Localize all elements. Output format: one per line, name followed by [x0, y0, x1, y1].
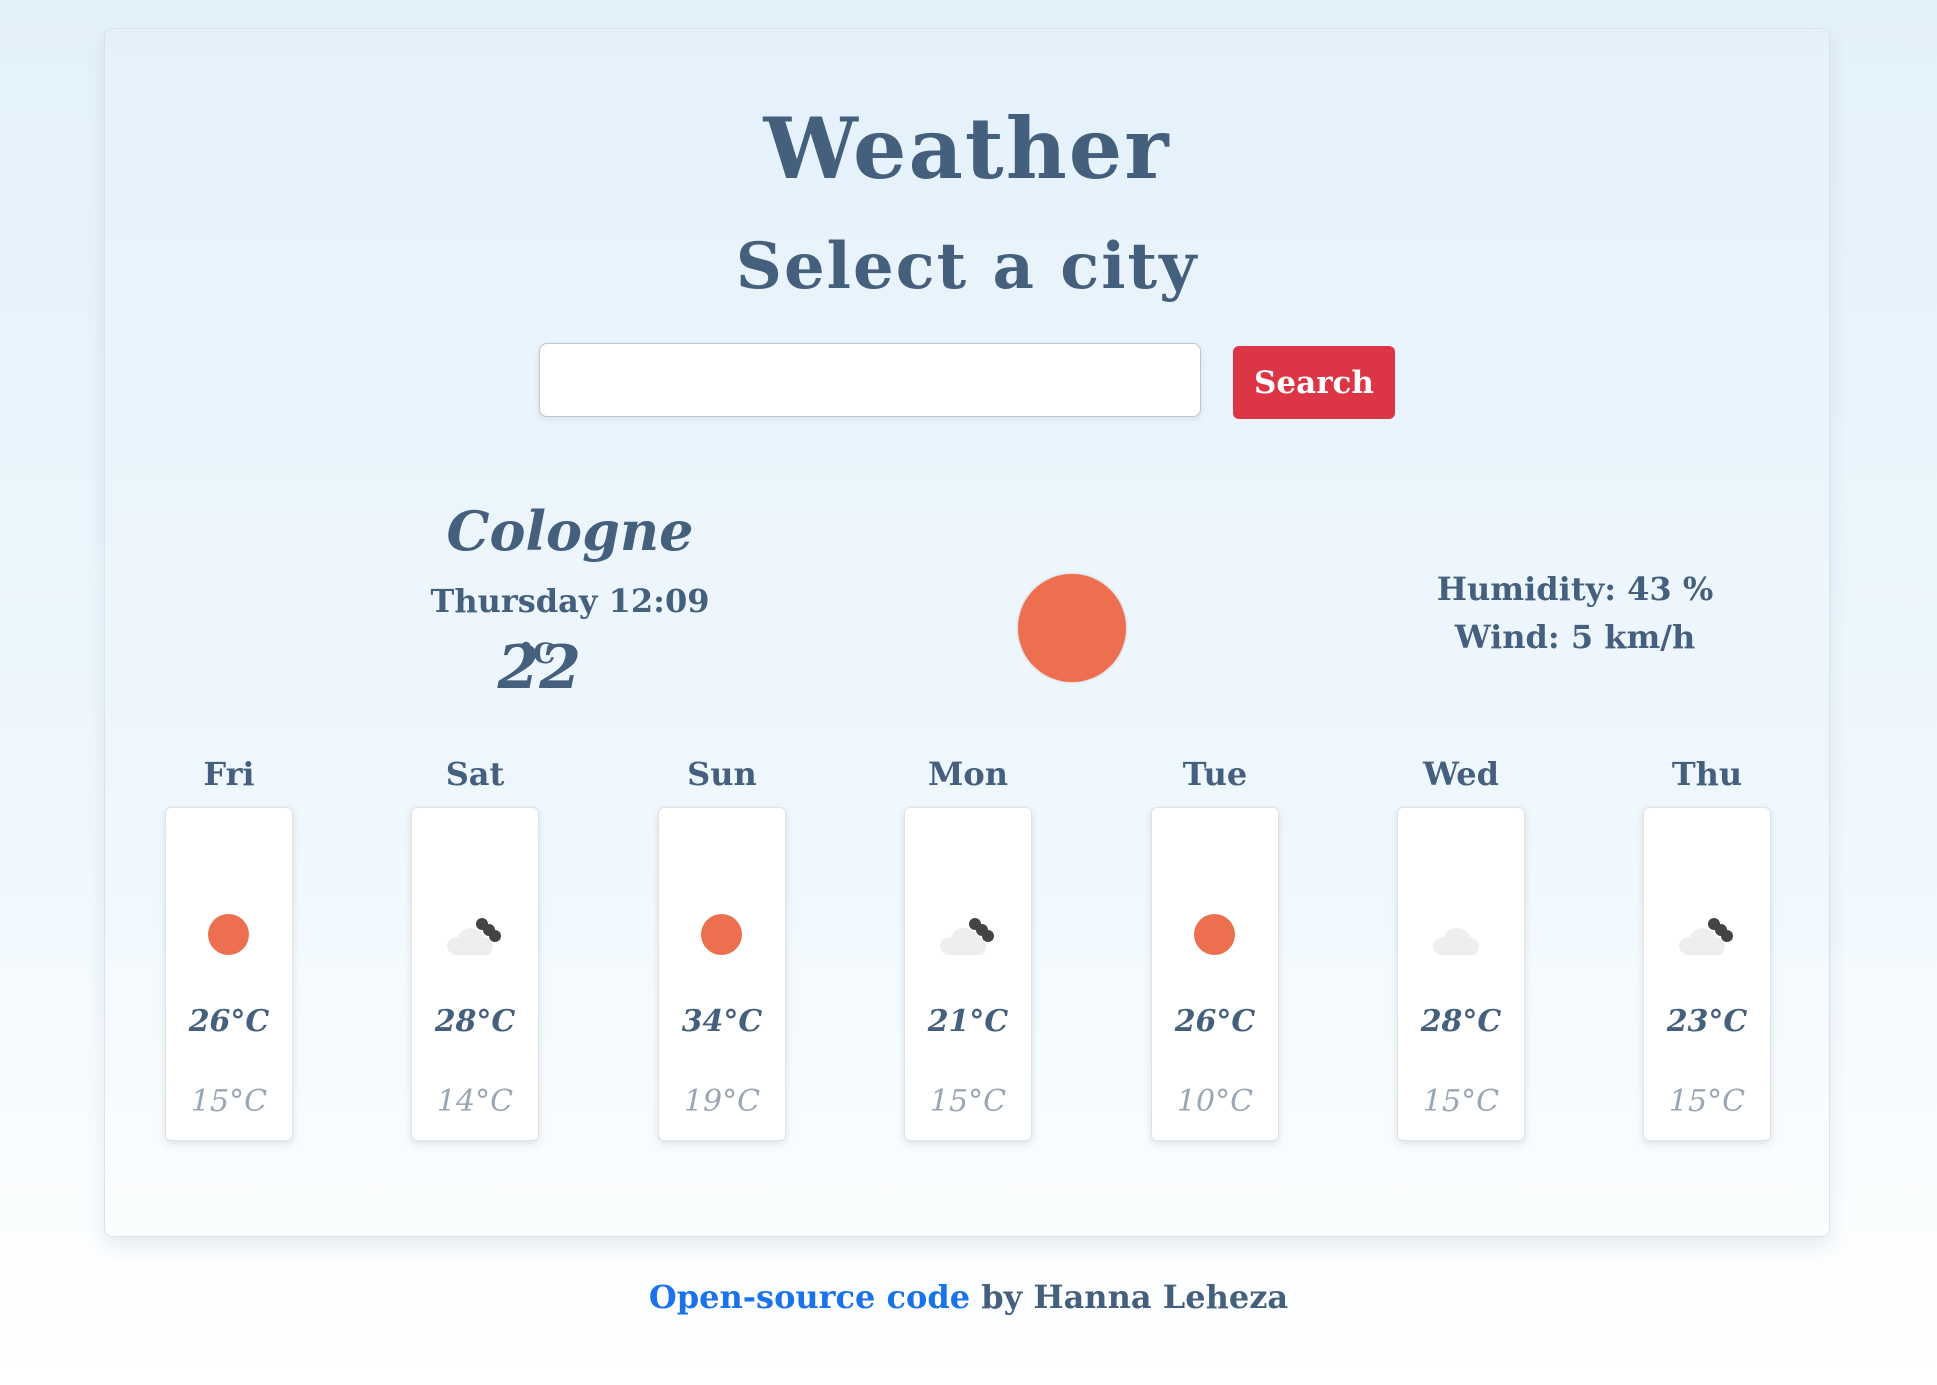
- forecast-day-name: Wed: [1422, 755, 1500, 793]
- forecast-day-fri: Fri 26°C 15°C: [129, 755, 329, 1141]
- sun-icon: [701, 914, 742, 955]
- forecast-day-wed: Wed 28°C 15°C: [1361, 755, 1561, 1141]
- forecast-day-sat: Sat 28°C 14°C: [375, 755, 575, 1141]
- footer-author: by Hanna Leheza: [970, 1278, 1289, 1316]
- weather-card: Weather Select a city Search Cologne Thu…: [104, 28, 1830, 1237]
- forecast-low-temp: 19°C: [683, 1084, 761, 1119]
- forecast-card: 21°C 15°C: [904, 807, 1032, 1141]
- forecast-high-temp: 26°C: [188, 1004, 270, 1039]
- sun-icon: [1194, 914, 1235, 955]
- forecast-low-temp: 14°C: [436, 1084, 514, 1119]
- forecast-high-temp: 26°C: [1174, 1004, 1256, 1039]
- cloud-night-icon: [1676, 912, 1738, 960]
- forecast-day-mon: Mon 21°C 15°C: [868, 755, 1068, 1141]
- forecast-day-name: Fri: [203, 755, 255, 793]
- cloud-night-icon: [444, 912, 506, 960]
- forecast-card: 23°C 15°C: [1643, 807, 1771, 1141]
- forecast-low-temp: 15°C: [929, 1084, 1007, 1119]
- forecast-day-name: Sun: [687, 755, 757, 793]
- forecast-low-temp: 10°C: [1176, 1084, 1254, 1119]
- forecast-card: 26°C 15°C: [165, 807, 293, 1141]
- source-code-link[interactable]: Open-source code: [649, 1278, 970, 1316]
- forecast-high-temp: 23°C: [1666, 1004, 1748, 1039]
- forecast-low-temp: 15°C: [1422, 1084, 1500, 1119]
- forecast-high-temp: 21°C: [927, 1004, 1009, 1039]
- forecast-card: 28°C 15°C: [1397, 807, 1525, 1141]
- forecast-day-name: Sat: [445, 755, 505, 793]
- forecast-card: 28°C 14°C: [411, 807, 539, 1141]
- forecast-high-temp: 28°C: [434, 1004, 516, 1039]
- forecast-card: 34°C 19°C: [658, 807, 786, 1141]
- forecast-high-temp: 34°C: [681, 1004, 763, 1039]
- forecast-day-thu: Thu 23°C 15°C: [1607, 755, 1807, 1141]
- footer: Open-source code by Hanna Leheza: [0, 1278, 1937, 1316]
- forecast-high-temp: 28°C: [1420, 1004, 1502, 1039]
- forecast-day-sun: Sun 34°C 19°C: [622, 755, 822, 1141]
- forecast-day-tue: Tue 26°C 10°C: [1115, 755, 1315, 1141]
- cloud-icon: [1430, 912, 1492, 960]
- forecast-day-name: Tue: [1182, 755, 1248, 793]
- sun-icon: [208, 914, 249, 955]
- cloud-night-icon: [937, 912, 999, 960]
- forecast-card: 26°C 10°C: [1151, 807, 1279, 1141]
- forecast-day-name: Mon: [927, 755, 1009, 793]
- forecast-low-temp: 15°C: [190, 1084, 268, 1119]
- forecast-row: Fri 26°C 15°C Sat 28°C 14°C Sun 34°C 19°C Mon 21…: [105, 29, 1829, 1236]
- forecast-low-temp: 15°C: [1668, 1084, 1746, 1119]
- forecast-day-name: Thu: [1671, 755, 1743, 793]
